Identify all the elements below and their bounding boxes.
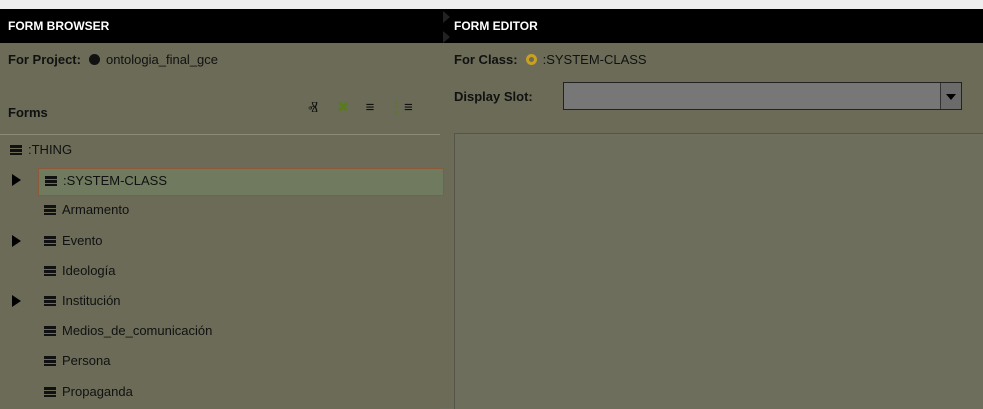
tree-item[interactable]: Persona bbox=[44, 349, 110, 373]
chevron-down-icon bbox=[946, 94, 956, 100]
forms-label: Forms bbox=[8, 105, 48, 120]
tree-item-label: Persona bbox=[62, 353, 111, 369]
class-icon bbox=[525, 54, 537, 65]
tree-item[interactable]: :THING bbox=[10, 138, 72, 162]
class-node-icon bbox=[44, 386, 56, 397]
form-editor-area[interactable] bbox=[454, 133, 983, 409]
tree-item-label: :SYSTEM-CLASS bbox=[63, 173, 168, 189]
forms-tree[interactable]: :THING :SYSTEM-CLASS Armamento Evento Ideolo… bbox=[0, 134, 444, 409]
tree-item[interactable]: Evento bbox=[44, 229, 102, 253]
expand-icon[interactable] bbox=[12, 234, 21, 247]
class-node-icon bbox=[44, 205, 56, 216]
tree-item-label: Armamento bbox=[62, 202, 130, 218]
tree-item[interactable]: :SYSTEM-CLASS bbox=[38, 168, 444, 197]
expand-icon[interactable] bbox=[12, 174, 21, 187]
tree-item[interactable]: Ideología bbox=[44, 259, 116, 283]
collapse-right-icon[interactable] bbox=[443, 31, 450, 43]
expand-icon[interactable] bbox=[12, 295, 21, 307]
project-label: For Project: bbox=[8, 52, 81, 67]
display-slot-row: Display Slot: bbox=[446, 77, 983, 117]
class-node-icon bbox=[45, 176, 57, 187]
forms-header: Forms Ⱏ ✖ ≡ ⋮≡ bbox=[0, 77, 446, 125]
display-slot-label: Display Slot: bbox=[454, 89, 533, 104]
project-name: ontologia_final_gce bbox=[105, 52, 219, 67]
tree-item-label: :THING bbox=[28, 142, 73, 157]
tree-item[interactable]: Armamento bbox=[44, 198, 129, 222]
tree-item-label: Propaganda bbox=[62, 383, 133, 399]
top-strip bbox=[0, 0, 983, 9]
hide-icon[interactable]: ≡ bbox=[360, 98, 380, 118]
tree-item-label: Institución bbox=[62, 293, 121, 308]
class-label: For Class: bbox=[454, 52, 518, 67]
tree-item-label: Ideología bbox=[62, 262, 116, 278]
project-row: For Project: ontologia_final_gce bbox=[0, 43, 446, 77]
class-name: :SYSTEM-CLASS bbox=[542, 52, 647, 67]
form-browser-title: FORM BROWSER bbox=[0, 9, 446, 43]
tree-item-label: Evento bbox=[62, 232, 103, 248]
form-editor-title: FORM EDITOR bbox=[443, 9, 983, 43]
collapse-left-icon[interactable] bbox=[443, 11, 450, 23]
form-editor-panel: FORM EDITOR For Class: :SYSTEM-CLASS Disp… bbox=[443, 9, 983, 409]
form-editor-title-text: FORM EDITOR bbox=[454, 19, 538, 33]
person-search-icon[interactable]: Ⱏ bbox=[303, 98, 323, 118]
display-slot-select[interactable] bbox=[563, 82, 962, 110]
tree-item[interactable]: Propaganda bbox=[44, 380, 133, 404]
class-node-icon bbox=[44, 356, 56, 367]
class-node-icon bbox=[44, 265, 56, 276]
dropdown-button[interactable] bbox=[940, 83, 961, 109]
project-icon bbox=[88, 54, 100, 65]
tree-item-label: Medios_de_comunicación bbox=[62, 323, 213, 339]
tree-item[interactable]: Institución bbox=[44, 289, 121, 313]
tree-item[interactable]: Medios_de_comunicación bbox=[44, 319, 212, 343]
delete-icon[interactable]: ✖ bbox=[333, 98, 353, 118]
class-node-icon bbox=[44, 326, 56, 337]
class-node-icon bbox=[10, 145, 22, 155]
class-node-icon bbox=[44, 296, 56, 306]
class-node-icon bbox=[44, 235, 56, 246]
layout-icon[interactable]: ⋮≡ bbox=[389, 98, 413, 118]
form-browser-panel: FORM BROWSER For Project: ontologia_final… bbox=[0, 9, 446, 409]
class-row: For Class: :SYSTEM-CLASS bbox=[446, 43, 983, 77]
